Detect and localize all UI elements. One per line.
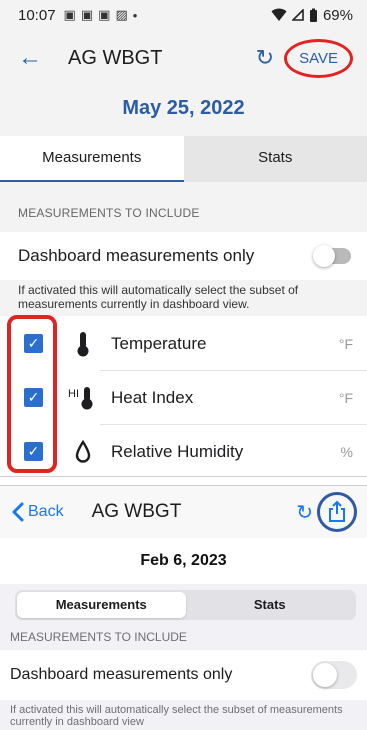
segmented-control: Measurements Stats — [15, 590, 356, 620]
nav-bar: Back AG WBGT ↻ — [0, 486, 367, 538]
save-button[interactable]: SAVE — [284, 38, 353, 78]
system-icons: 69% — [271, 7, 353, 24]
measurement-label: Heat Index — [111, 387, 194, 407]
page-title: AG WBGT — [68, 46, 163, 69]
app-bar: ← AG WBGT ↻ SAVE — [0, 30, 367, 86]
switch-knob — [313, 245, 335, 267]
image-icon: ▨ — [115, 7, 128, 22]
dashboard-toggle-row: Dashboard measurements only — [0, 650, 367, 700]
page-title: AG WBGT — [91, 501, 182, 522]
measurement-unit: °F — [338, 335, 353, 352]
refresh-icon[interactable]: ↻ — [256, 45, 274, 71]
dashboard-toggle-label: Dashboard measurements only — [18, 246, 255, 265]
section-header: MEASUREMENTS TO INCLUDE — [10, 630, 187, 644]
dashboard-toggle-switch[interactable] — [313, 245, 351, 267]
dashboard-toggle-row: Dashboard measurements only — [0, 232, 367, 280]
dashboard-toggle-label: Dashboard measurements only — [10, 666, 233, 683]
back-button[interactable]: Back — [12, 502, 64, 522]
chevron-left-icon — [12, 502, 24, 522]
notification-icons: ▣ ▣ ▣ ▨ • — [64, 7, 138, 23]
share-icon — [329, 501, 345, 522]
checkbox-highlight-outline — [7, 315, 57, 473]
help-text: If activated this will automatically sel… — [0, 280, 367, 316]
share-button[interactable] — [317, 492, 357, 532]
tab-bar: Measurements Stats — [0, 136, 367, 182]
thermometer-icon — [67, 331, 99, 357]
notification-icon: ▣ — [98, 7, 111, 22]
measurement-label: Temperature — [111, 333, 207, 353]
measurement-unit: % — [340, 443, 353, 460]
tab-stats[interactable]: Stats — [183, 136, 367, 182]
tab-measurements[interactable]: Measurements — [0, 136, 184, 182]
ios-screen: Back AG WBGT ↻ Feb 6, 2023 Measurements … — [0, 485, 367, 730]
status-bar: 10:07 ▣ ▣ ▣ ▨ • 69% — [0, 0, 367, 30]
measurement-label: Relative Humidity — [111, 441, 244, 461]
tab-measurements[interactable]: Measurements — [17, 592, 186, 618]
dashboard-toggle-switch[interactable] — [311, 661, 357, 689]
water-drop-icon — [67, 439, 99, 464]
measurement-unit: °F — [338, 389, 353, 406]
signal-icon — [291, 9, 304, 21]
battery-percent: 69% — [322, 6, 353, 24]
help-text: If activated this will automatically sel… — [10, 704, 343, 728]
notification-icon: ▣ — [80, 7, 94, 22]
refresh-icon[interactable]: ↻ — [296, 500, 313, 525]
android-screen: 10:07 ▣ ▣ ▣ ▨ • 69% ← AG WBGT ↻ SAVE May… — [0, 0, 367, 477]
back-label: Back — [28, 503, 64, 520]
section-header: MEASUREMENTS TO INCLUDE — [0, 182, 367, 232]
heat-index-icon: HI — [67, 385, 99, 411]
switch-knob — [313, 663, 337, 687]
dot-icon: • — [132, 7, 138, 23]
wifi-icon — [271, 8, 287, 21]
app-bar-actions: ↻ SAVE — [256, 38, 353, 78]
selected-date: Feb 6, 2023 — [0, 538, 367, 584]
battery-icon — [309, 8, 317, 22]
tab-stats[interactable]: Stats — [186, 592, 355, 618]
arrow-left-icon[interactable]: ← — [18, 44, 56, 72]
heat-index-icon-text: HI — [68, 388, 79, 400]
selected-date: May 25, 2022 — [0, 86, 367, 136]
notification-icon: ▣ — [63, 7, 76, 22]
nav-actions: ↻ — [296, 492, 357, 532]
status-time: 10:07 — [18, 6, 56, 24]
